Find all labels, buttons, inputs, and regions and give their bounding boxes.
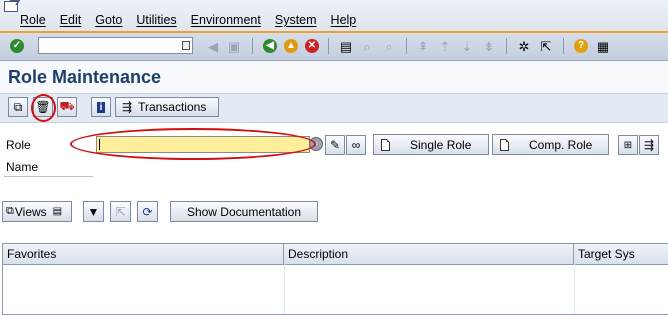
hierarchy-icon: ⇶ — [643, 138, 655, 152]
menu-utilities[interactable]: Utilities — [136, 13, 176, 27]
info-icon: i — [96, 101, 106, 113]
show-documentation-label: Show Documentation — [186, 204, 302, 219]
column-header-favorites[interactable]: Favorites — [3, 244, 284, 264]
column-header-description[interactable]: Description — [284, 244, 574, 264]
menu-edit[interactable]: Edit — [60, 13, 82, 27]
command-history-icon[interactable] — [182, 41, 190, 50]
glasses-icon: ∞ — [351, 138, 361, 152]
delete-role-button[interactable]: 🗑 — [33, 97, 53, 117]
print-icon[interactable]: ▤ — [337, 37, 355, 55]
grid-icon: ⊞ — [623, 139, 633, 151]
show-documentation-button[interactable]: Show Documentation — [170, 201, 318, 222]
change-role-button[interactable]: ✎ — [325, 135, 345, 155]
filter-icon: ▼ — [87, 204, 100, 219]
document-icon — [381, 138, 390, 151]
last-page-icon[interactable]: ⇟ — [480, 37, 498, 55]
copy-role-button[interactable]: ⧉ — [8, 97, 28, 117]
display-role-button[interactable]: ∞ — [346, 135, 366, 155]
separator — [406, 38, 407, 54]
information-button[interactable]: i — [91, 97, 111, 117]
create-composite-role-button[interactable]: Comp. Role — [492, 134, 609, 155]
title-bar: Role Maintenance — [0, 61, 668, 94]
column-header-target-sys[interactable]: Target Sys — [574, 244, 668, 264]
exit-icon[interactable]: ▲ — [282, 37, 300, 55]
remove-filter-button[interactable]: ⇱ — [110, 201, 131, 222]
menu-help[interactable]: Help — [331, 13, 357, 27]
document-icon — [500, 138, 509, 151]
name-underline — [4, 176, 93, 177]
favorites-table: Favorites Description Target Sys — [2, 243, 668, 315]
filter-off-icon: ⇱ — [115, 204, 126, 219]
separator — [252, 38, 253, 54]
filter-button[interactable]: ▼ — [83, 201, 104, 222]
role-input[interactable] — [96, 136, 310, 153]
create-single-role-button[interactable]: Single Role — [373, 134, 489, 155]
table-header: Favorites Description Target Sys — [3, 244, 668, 265]
application-toolbar: ⧉ 🗑 ⛟ i ⇶ Transactions — [0, 94, 668, 123]
create-session-icon[interactable]: ✲ — [515, 37, 533, 55]
transactions-button[interactable]: ⇶ Transactions — [115, 97, 219, 117]
shortcut-icon[interactable]: ⇱ — [537, 37, 555, 55]
dropdown-icon: ▤ — [52, 206, 63, 217]
pencil-icon: ✎ — [329, 138, 341, 152]
help-icon[interactable]: ? — [572, 37, 590, 55]
name-label: Name — [6, 160, 39, 174]
separator — [506, 38, 507, 54]
views-button[interactable]: ⧉ Views ▤ — [2, 201, 72, 222]
find-icon[interactable]: ⌕ — [358, 37, 376, 55]
copy-icon: ⧉ — [13, 99, 23, 114]
menu-items: Role Edit Goto Utilities Environment Sys… — [20, 13, 370, 27]
window-menu-icon[interactable] — [4, 1, 18, 12]
system-toolbar: ✓ ◀ ▣ ◀ ▲ ✕ ▤ ⌕ ⌕ ⇞ ⇡ ⇣ ⇟ ✲ ⇱ ? ▦ — [0, 33, 668, 61]
hierarchy-icon: ⇶ — [122, 100, 133, 114]
menu-environment[interactable]: Environment — [191, 13, 261, 27]
comp-role-label: Comp. Role — [529, 137, 593, 152]
find-next-icon[interactable]: ⌕ — [380, 37, 398, 55]
separator — [563, 38, 564, 54]
refresh-button[interactable]: ⟳ — [137, 201, 158, 222]
menu-goto[interactable]: Goto — [95, 13, 122, 27]
trash-icon: 🗑 — [35, 100, 51, 114]
views-label: Views — [14, 204, 47, 219]
back-icon[interactable]: ◀ — [261, 37, 279, 55]
save-icon[interactable]: ▣ — [225, 37, 243, 55]
transport-role-button[interactable]: ⛟ — [57, 97, 77, 117]
next-page-icon[interactable]: ⇣ — [458, 37, 476, 55]
truck-icon: ⛟ — [59, 99, 75, 113]
transactions-label: Transactions — [138, 100, 207, 114]
refresh-icon: ⟳ — [142, 204, 153, 219]
cancel-icon[interactable]: ✕ — [303, 37, 321, 55]
first-page-icon[interactable]: ⇞ — [414, 37, 432, 55]
menu-role[interactable]: Role — [20, 13, 46, 27]
previous-page-icon[interactable]: ⇡ — [436, 37, 454, 55]
role-label: Role — [6, 138, 31, 152]
command-field[interactable] — [38, 37, 193, 54]
mass-transport-button[interactable]: ⊞ — [618, 135, 638, 155]
enter-icon[interactable]: ✓ — [8, 37, 26, 55]
hierarchy-button[interactable]: ⇶ — [639, 135, 659, 155]
value-help-icon[interactable]: ⌕ — [309, 137, 323, 151]
page-title: Role Maintenance — [8, 67, 162, 87]
collapse-icon[interactable]: ◀ — [204, 37, 222, 55]
column-divider — [284, 264, 285, 314]
layout-icon[interactable]: ▦ — [594, 37, 612, 55]
single-role-label: Single Role — [410, 137, 472, 152]
views-icon: ⧉ — [6, 205, 14, 217]
column-divider — [574, 264, 575, 314]
separator — [328, 38, 329, 54]
menu-system[interactable]: System — [275, 13, 317, 27]
menu-bar: Role Edit Goto Utilities Environment Sys… — [0, 0, 668, 33]
